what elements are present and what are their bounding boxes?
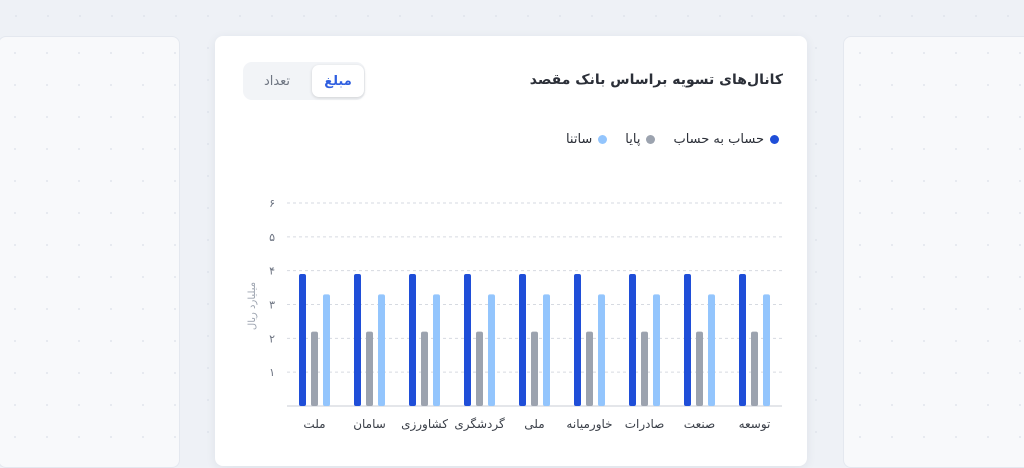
bar-satna <box>323 294 330 406</box>
x-tick-label: ملی <box>524 417 544 431</box>
y-tick-label: ۳ <box>269 299 275 312</box>
bar-hesab <box>464 274 471 406</box>
y-tick-label: ۵ <box>269 231 275 244</box>
y-tick-label: ۴ <box>269 265 275 278</box>
bar-satna <box>488 294 495 406</box>
y-axis-label: میلیارد ریال <box>247 282 258 330</box>
x-tick-label: توسعه <box>739 417 771 432</box>
bar-satna <box>708 294 715 406</box>
bar-paya <box>421 331 428 406</box>
bar-paya <box>696 331 703 406</box>
right-side-card <box>843 36 1024 468</box>
bar-satna <box>433 294 440 406</box>
bar-hesab <box>629 274 636 406</box>
x-tick-label: کشاورزی <box>401 417 448 432</box>
bar-hesab <box>519 274 526 406</box>
bar-hesab <box>299 274 306 406</box>
bar-satna <box>653 294 660 406</box>
bar-hesab <box>739 274 746 406</box>
bar-satna <box>598 294 605 406</box>
bar-satna <box>543 294 550 406</box>
bar-paya <box>366 331 373 406</box>
bar-hesab <box>354 274 361 406</box>
bar-paya <box>586 331 593 406</box>
bar-hesab <box>574 274 581 406</box>
y-tick-label: ۶ <box>269 197 275 210</box>
bar-hesab <box>409 274 416 406</box>
bar-hesab <box>684 274 691 406</box>
bar-satna <box>763 294 770 406</box>
chart-card: کانال‌های تسویه براساس بانک مقصد تعداد م… <box>215 36 807 466</box>
x-tick-label: گردشگری <box>454 417 505 432</box>
bar-paya <box>531 331 538 406</box>
x-tick-label: خاورمیانه <box>566 417 612 432</box>
bar-paya <box>641 331 648 406</box>
bar-paya <box>476 331 483 406</box>
bar-chart: ۱ ۲ ۳ ۴ ۵ ۶ میلیارد ریال توسعه صنعت صادرات خاورمیا… <box>247 197 782 432</box>
y-tick-label: ۱ <box>269 366 275 379</box>
bar-paya <box>311 331 318 406</box>
x-tick-label: سامان <box>353 417 386 431</box>
x-tick-label: صادرات <box>625 417 665 432</box>
bar-satna <box>378 294 385 406</box>
y-tick-label: ۲ <box>269 332 275 345</box>
left-side-card <box>0 36 180 468</box>
x-tick-label: صنعت <box>684 417 715 431</box>
x-tick-label: ملت <box>303 417 325 431</box>
bar-paya <box>751 331 758 406</box>
